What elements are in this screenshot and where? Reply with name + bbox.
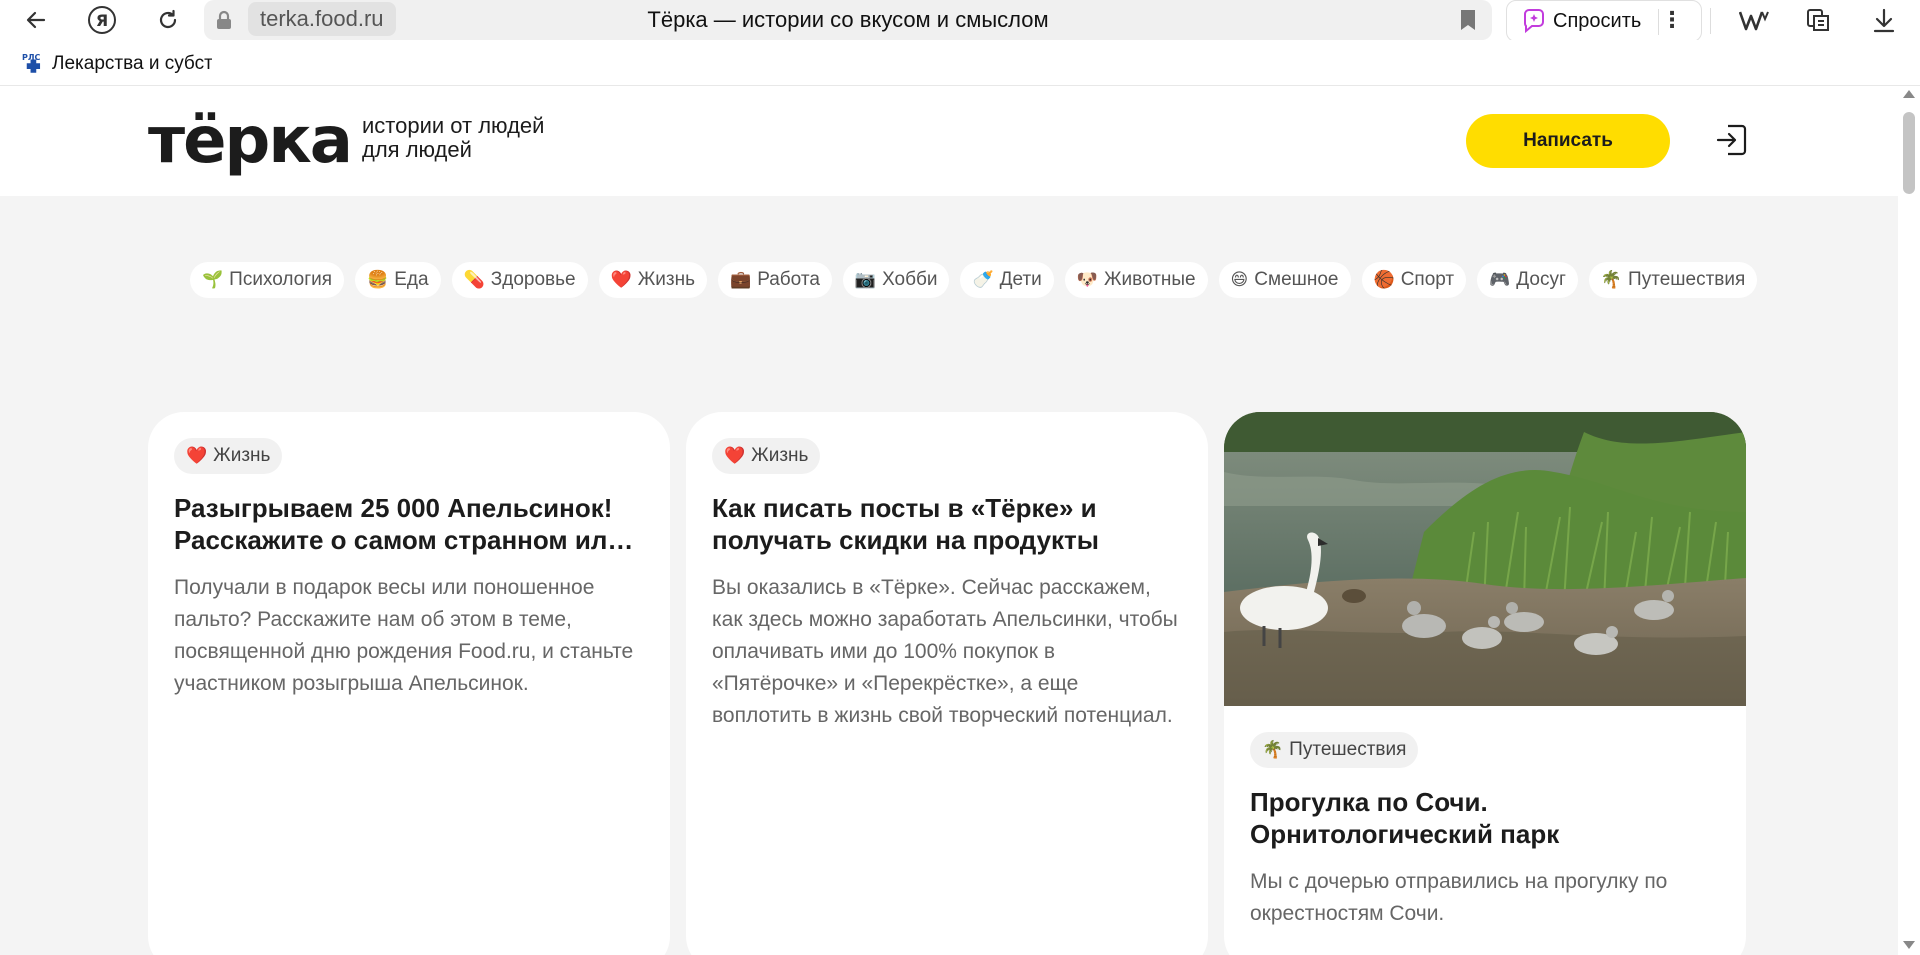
- collections-icon[interactable]: [1800, 4, 1836, 36]
- category-travel[interactable]: 🌴 Путешествия: [1588, 262, 1758, 298]
- dog-icon: 🐶: [1076, 270, 1098, 290]
- post-card[interactable]: ❤️ Жизнь Как писать посты в «Тёрке» и пол…: [686, 412, 1208, 955]
- category-label: Путешествия: [1628, 269, 1746, 290]
- laughing-face-icon: 😄: [1230, 270, 1249, 290]
- sprout-icon: 🌱: [202, 270, 224, 290]
- burger-icon: 🍔: [367, 270, 389, 290]
- heart-icon: ❤️: [724, 446, 746, 465]
- category-life[interactable]: ❤️ Жизнь: [598, 262, 708, 298]
- yandex-icon: Я: [88, 6, 116, 34]
- card-category-tag[interactable]: ❤️ Жизнь: [174, 438, 283, 474]
- category-label: Дети: [999, 269, 1042, 290]
- site-header: тёрка истории от людей для людей Написат…: [0, 86, 1898, 196]
- category-sport[interactable]: 🏀 Спорт: [1361, 262, 1467, 298]
- site-tagline: истории от людей для людей: [362, 114, 582, 162]
- toolbar-divider: [1710, 8, 1711, 34]
- alice-chat-icon: [1523, 9, 1544, 34]
- write-button[interactable]: Написать: [1466, 114, 1670, 168]
- scroll-thumb[interactable]: [1903, 112, 1915, 194]
- card-category-tag[interactable]: 🌴 Путешествия: [1250, 732, 1419, 768]
- tag-label: Жизнь: [751, 445, 809, 466]
- tag-label: Путешествия: [1289, 739, 1407, 760]
- category-label: Животные: [1103, 269, 1196, 290]
- camera-icon: 📷: [854, 270, 877, 290]
- rls-icon: РЛС: [22, 53, 41, 73]
- reload-icon: [159, 9, 177, 29]
- category-hobby[interactable]: 📷 Хобби: [842, 262, 950, 298]
- tagline-line-1: истории от людей: [362, 113, 545, 138]
- card-title[interactable]: Как писать посты в «Тёрке» и получать ск…: [712, 492, 1182, 556]
- bookmarks-bar: РЛС Лекарства и субстанции: [0, 40, 1920, 86]
- category-animals[interactable]: 🐶 Животные: [1064, 262, 1208, 298]
- bookmark-label: Лекарства и субстанции: [52, 53, 212, 74]
- card-excerpt: Получали в подарок весы или поношенное п…: [174, 576, 634, 695]
- wiki-icon[interactable]: [1736, 4, 1772, 36]
- arrow-left-icon: [26, 11, 46, 29]
- category-list: 🌱 Психология 🍔 Еда 💊 Здоровье ❤️ Жизнь 💼 Рабо…: [190, 262, 1758, 298]
- back-button[interactable]: [14, 0, 58, 40]
- palm-tree-icon: 🌴: [1600, 270, 1623, 290]
- briefcase-icon: 💼: [730, 270, 752, 290]
- download-icon[interactable]: [1866, 4, 1902, 36]
- card-excerpt: Мы с дочерью отправились на прогулку по …: [1250, 870, 1668, 925]
- tag-label: Жизнь: [213, 445, 271, 466]
- category-label: Еда: [394, 269, 429, 290]
- yandex-glyph: Я: [95, 10, 109, 30]
- category-label: Психология: [229, 269, 333, 290]
- post-card[interactable]: 🌴 Путешествия Прогулка по Сочи. Орнитолог…: [1224, 412, 1746, 955]
- category-kids[interactable]: 🍼 Дети: [960, 262, 1054, 298]
- basketball-icon: 🏀: [1373, 270, 1395, 290]
- palm-tree-icon: 🌴: [1262, 740, 1284, 759]
- more-vertical-icon[interactable]: ⋮: [1661, 7, 1683, 33]
- heart-icon: ❤️: [186, 446, 208, 465]
- browser-toolbar: Я terka.food.ru Тёрка — истории со вкусо…: [0, 0, 1920, 42]
- category-label: Спорт: [1400, 269, 1455, 290]
- ask-alice-button[interactable]: Спросить ⋮: [1506, 0, 1702, 42]
- category-label: Досуг: [1516, 269, 1566, 290]
- gamepad-icon: 🎮: [1489, 270, 1511, 290]
- category-label: Хобби: [882, 269, 938, 290]
- tagline-line-2: для людей: [362, 137, 472, 162]
- card-excerpt: Вы оказались в «Тёрке». Сейчас расскажем…: [712, 576, 1178, 727]
- category-leisure[interactable]: 🎮 Досуг: [1477, 262, 1578, 298]
- category-work[interactable]: 💼 Работа: [718, 262, 832, 298]
- card-category-tag[interactable]: ❤️ Жизнь: [712, 438, 821, 474]
- card-photo[interactable]: [1224, 412, 1746, 706]
- post-card[interactable]: ❤️ Жизнь Разыгрываем 25 000 Апельсинок! Р…: [148, 412, 670, 955]
- heart-icon: ❤️: [610, 270, 632, 290]
- card-title[interactable]: Разыгрываем 25 000 Апельсинок! Расскажит…: [174, 492, 644, 556]
- category-label: Работа: [757, 269, 820, 290]
- category-label: Смешное: [1254, 269, 1339, 290]
- category-label: Здоровье: [490, 269, 576, 290]
- category-label: Жизнь: [637, 269, 696, 290]
- category-health[interactable]: 💊 Здоровье: [451, 262, 588, 298]
- bookmark-item[interactable]: РЛС Лекарства и субстанции: [22, 52, 212, 76]
- category-psychology[interactable]: 🌱 Психология: [190, 262, 345, 298]
- ask-divider: [1658, 9, 1659, 35]
- card-title[interactable]: Прогулка по Сочи. Орнитологический парк: [1250, 786, 1720, 850]
- scroll-up-arrow-icon[interactable]: [1903, 90, 1915, 98]
- page-title-text: Тёрка — истории со вкусом и смыслом: [647, 7, 1049, 32]
- baby-bottle-icon: 🍼: [972, 270, 994, 290]
- login-icon[interactable]: [1714, 122, 1750, 158]
- category-funny[interactable]: 😄 Смешное: [1218, 262, 1351, 298]
- page-scrollbar[interactable]: [1898, 86, 1920, 955]
- category-food[interactable]: 🍔 Еда: [355, 262, 441, 298]
- reload-button[interactable]: [146, 0, 190, 40]
- site-logo[interactable]: тёрка: [148, 104, 353, 178]
- scroll-down-arrow-icon[interactable]: [1903, 941, 1915, 949]
- ask-label: Спросить: [1553, 9, 1642, 32]
- yandex-home-button[interactable]: Я: [80, 0, 124, 40]
- pill-icon: 💊: [463, 270, 485, 290]
